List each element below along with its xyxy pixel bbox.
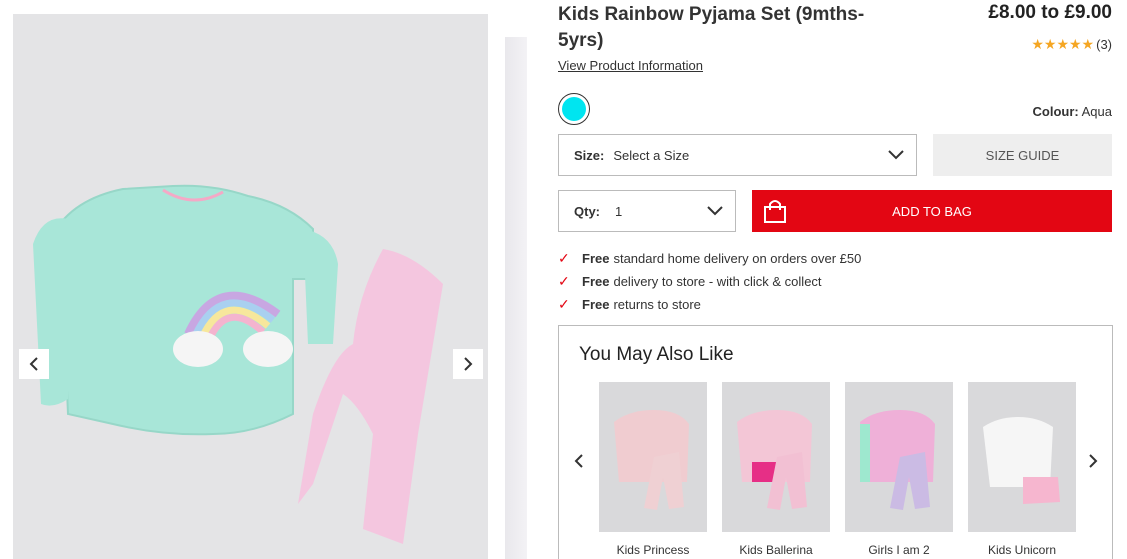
qty-label: Qty: xyxy=(574,203,600,219)
recommendations-heading: You May Also Like xyxy=(579,344,734,365)
add-to-bag-button[interactable]: ADD TO BAG xyxy=(752,190,1112,232)
chevron-right-icon xyxy=(464,357,473,371)
product-card-image xyxy=(968,382,1076,532)
benefit-text: standard home delivery on orders over £5… xyxy=(613,251,862,266)
size-value: Select a Size xyxy=(613,147,690,163)
chevron-right-icon xyxy=(1089,454,1098,468)
product-card-image xyxy=(845,382,953,532)
view-product-information-link[interactable]: View Product Information xyxy=(558,58,703,73)
product-price: £8.00 to £9.00 xyxy=(988,2,1112,23)
you-may-also-like-carousel: You May Also Like Kids Princess Kids Bal… xyxy=(558,325,1113,559)
product-card-name: Girls I am 2 xyxy=(868,543,930,557)
carousel-next-button[interactable] xyxy=(1085,451,1101,471)
size-select[interactable]: Size: Select a Size xyxy=(558,134,917,176)
gallery-prev-button[interactable] xyxy=(19,349,49,379)
product-card[interactable]: Kids Ballerina xyxy=(722,382,830,557)
chevron-down-icon xyxy=(888,150,904,160)
benefit-item: ✓ Free returns to store xyxy=(558,293,861,316)
star-rating-icon: ★★★★★ xyxy=(1031,36,1095,52)
swatch-fill xyxy=(562,97,586,121)
benefit-item: ✓ Free delivery to store - with click & co… xyxy=(558,270,861,293)
gallery-next-button[interactable] xyxy=(453,349,483,379)
quantity-select[interactable]: Qty: 1 xyxy=(558,190,736,232)
product-card[interactable]: Kids Unicorn xyxy=(968,382,1076,557)
check-icon: ✓ xyxy=(558,250,570,266)
product-title: Kids Rainbow Pyjama Set (9mths-5yrs) xyxy=(558,4,865,51)
chevron-left-icon xyxy=(574,454,583,468)
review-count: (3) xyxy=(1096,37,1112,52)
chevron-down-icon xyxy=(707,206,723,216)
product-image xyxy=(33,184,443,544)
check-icon: ✓ xyxy=(558,296,570,312)
product-card[interactable]: Kids Princess xyxy=(599,382,707,557)
benefit-bold: Free xyxy=(582,274,610,289)
benefit-bold: Free xyxy=(582,297,610,312)
benefit-item: ✓ Free standard home delivery on orders ov… xyxy=(558,247,861,270)
product-rating[interactable]: ★★★★★ (3) xyxy=(1031,36,1112,53)
product-card-image xyxy=(599,382,707,532)
size-label: Size: xyxy=(574,147,605,163)
add-to-bag-label: ADD TO BAG xyxy=(892,203,972,219)
product-card-name: Kids Unicorn xyxy=(987,543,1057,557)
benefit-text: returns to store xyxy=(613,297,701,312)
shopping-bag-icon xyxy=(764,200,786,223)
benefit-text: delivery to store - with click & collect xyxy=(613,274,822,289)
product-card-name: Kids Princess xyxy=(616,543,690,557)
chevron-left-icon xyxy=(29,357,38,371)
colour-value: Aqua xyxy=(1081,104,1112,119)
product-card-image xyxy=(722,382,830,532)
benefit-bold: Free xyxy=(582,251,610,266)
delivery-benefits-list: ✓ Free standard home delivery on orders ov… xyxy=(558,247,861,316)
colour-label: Colour: Aqua xyxy=(1033,104,1113,119)
qty-value: 1 xyxy=(615,203,623,219)
product-card[interactable]: Girls I am 2 xyxy=(845,382,953,557)
product-card-name: Kids Ballerina xyxy=(739,543,813,557)
colour-label-key: Colour: xyxy=(1032,104,1079,119)
product-image-gallery[interactable] xyxy=(13,14,488,559)
carousel-prev-button[interactable] xyxy=(571,451,587,471)
colour-swatch-aqua[interactable] xyxy=(558,93,590,125)
next-image-peek xyxy=(505,37,527,559)
size-guide-button[interactable]: SIZE GUIDE xyxy=(933,134,1112,176)
check-icon: ✓ xyxy=(558,273,570,289)
